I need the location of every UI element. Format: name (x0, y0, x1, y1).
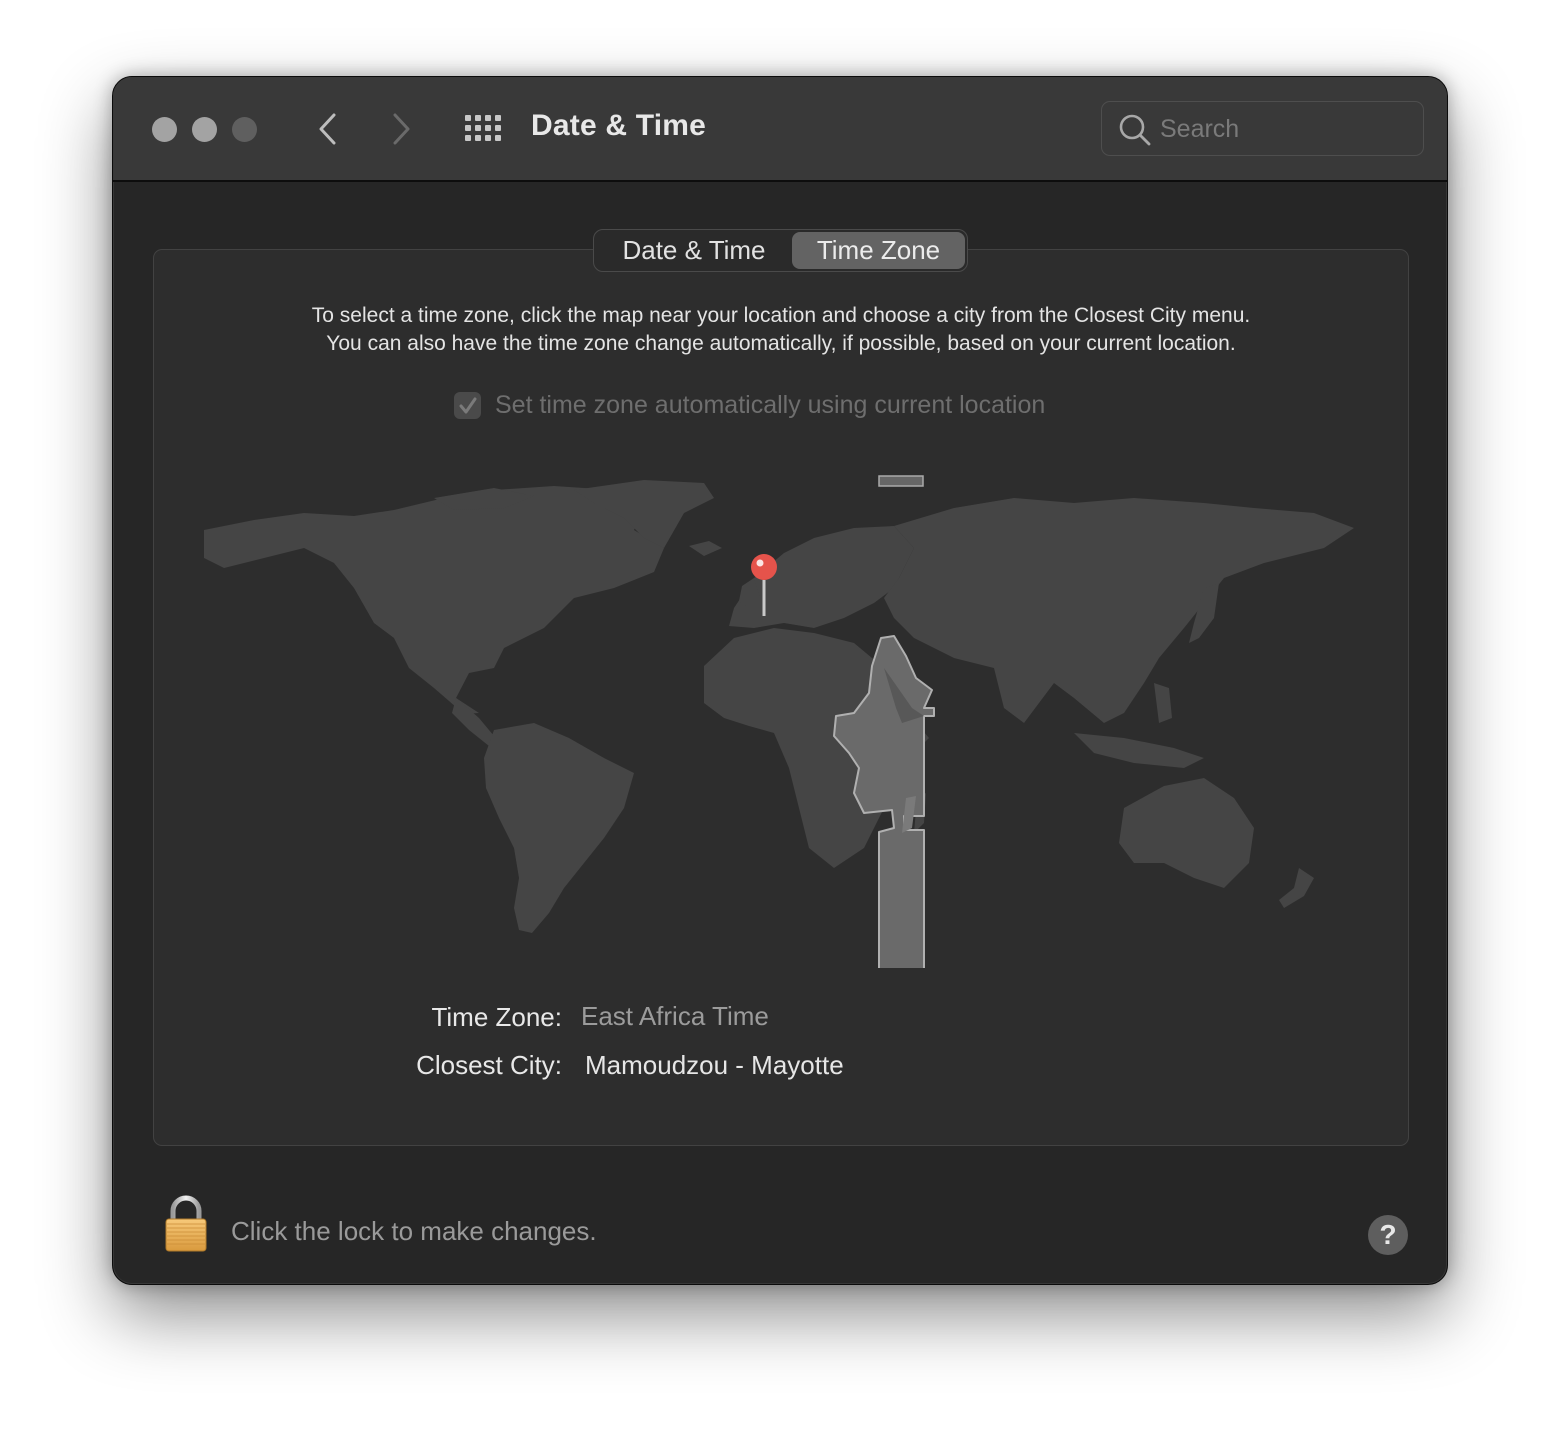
grid-dot (475, 125, 481, 131)
time-zone-label: Time Zone: (431, 1002, 562, 1032)
grid-dot (495, 115, 501, 121)
auto-time-zone-checkbox[interactable] (454, 392, 481, 419)
chevron-right-icon (393, 113, 410, 145)
zone-marker-top (878, 475, 924, 487)
help-button[interactable]: ? (1368, 1215, 1408, 1255)
grid-dot (475, 135, 481, 141)
auto-time-zone-row: Set time zone automatically using curren… (454, 391, 1045, 420)
search-field[interactable] (1101, 101, 1424, 156)
closest-city-field[interactable]: Mamoudzou - Mayotte (585, 1050, 844, 1081)
tab-date-time[interactable]: Date & Time (596, 232, 792, 269)
date-time-window: Date & Time Date & Time Time Zone To sel… (112, 76, 1448, 1285)
australia (1119, 778, 1254, 888)
iceland (689, 541, 722, 556)
asia (884, 498, 1354, 723)
minimize-button[interactable] (192, 117, 217, 142)
search-icon (1119, 114, 1151, 146)
instructions-line-2: You can also have the time zone change a… (326, 332, 1236, 355)
world-map[interactable] (194, 468, 1374, 968)
new-zealand (1279, 868, 1314, 908)
chevron-left-icon (319, 113, 336, 145)
continents (204, 480, 1354, 933)
grid-dot (495, 125, 501, 131)
search-input[interactable] (1160, 110, 1410, 148)
forward-button[interactable] (381, 109, 421, 149)
tab-time-zone[interactable]: Time Zone (792, 232, 965, 269)
show-all-button[interactable] (463, 113, 503, 145)
grid-dot (485, 125, 491, 131)
grid-dot (495, 135, 501, 141)
title-bar: Date & Time (113, 77, 1447, 182)
instructions: To select a time zone, click the map nea… (154, 302, 1408, 358)
grid-dot (465, 115, 471, 121)
zoom-button[interactable] (232, 117, 257, 142)
north-america (204, 486, 664, 714)
grid-dot (465, 135, 471, 141)
back-button[interactable] (308, 109, 348, 149)
grid-dot (485, 115, 491, 121)
close-button[interactable] (152, 117, 177, 142)
auto-time-zone-label: Set time zone automatically using curren… (495, 391, 1046, 419)
lock-message: Click the lock to make changes. (231, 1216, 597, 1246)
philippines (1154, 683, 1172, 723)
checkmark-icon (459, 397, 476, 413)
south-america (484, 723, 634, 933)
lock-button[interactable] (163, 1195, 209, 1253)
time-zone-value: East Africa Time (581, 1001, 769, 1031)
instructions-line-1: To select a time zone, click the map nea… (311, 304, 1251, 327)
closest-city-label: Closest City: (416, 1050, 562, 1080)
window-title: Date & Time (531, 109, 707, 142)
grid-dot (485, 135, 491, 141)
tab-control: Date & Time Time Zone (593, 229, 968, 272)
grid-dot (475, 115, 481, 121)
indonesia (1074, 733, 1204, 768)
padlock-icon (165, 1195, 207, 1252)
grid-dot (465, 125, 471, 131)
time-zone-panel: To select a time zone, click the map nea… (153, 249, 1409, 1146)
